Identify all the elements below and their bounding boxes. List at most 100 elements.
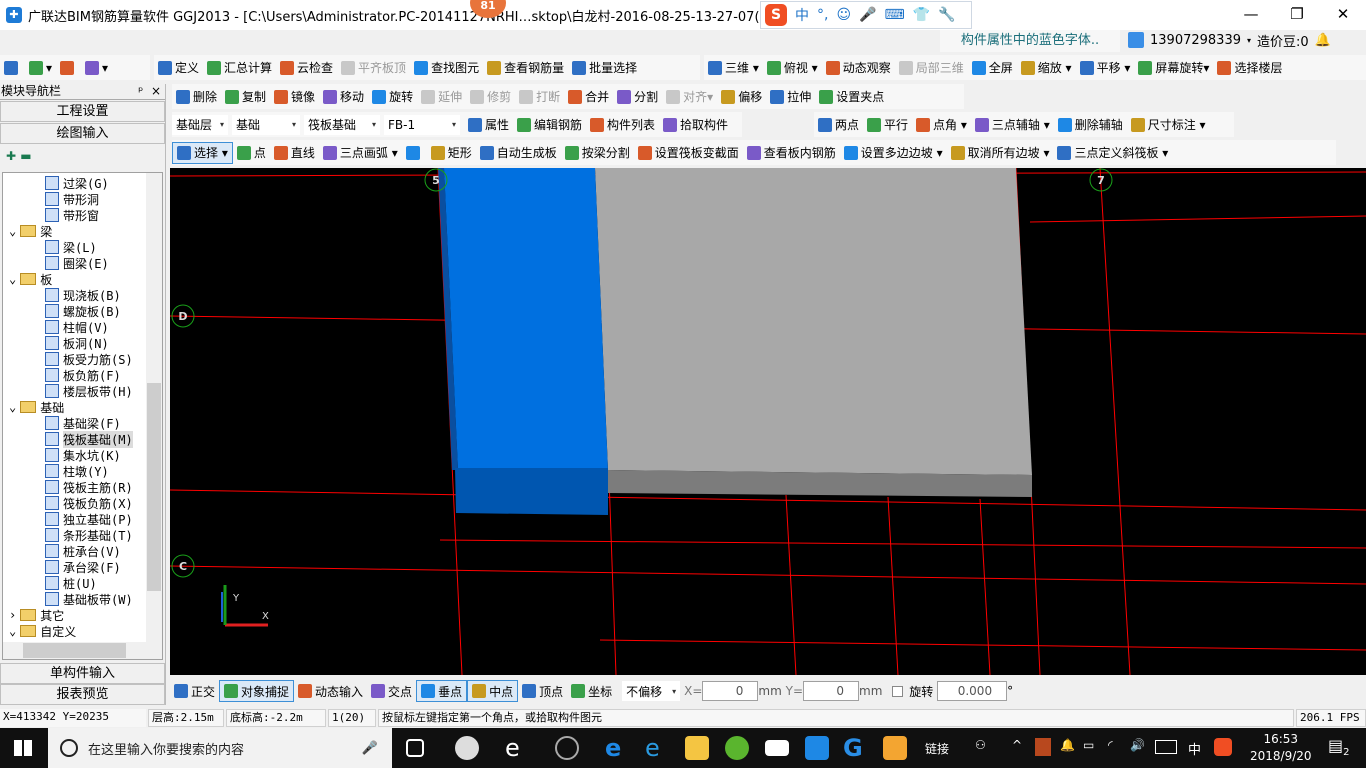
volume-icon[interactable]: 🔊 bbox=[1130, 738, 1145, 752]
align-slab-top-button[interactable]: 平齐板顶 bbox=[337, 57, 410, 79]
offset-select[interactable]: 不偏移 ▾ bbox=[622, 681, 681, 701]
type-select[interactable]: 筏板基础 ▾ bbox=[304, 114, 380, 135]
tree-item[interactable]: 筏板主筋(R) bbox=[45, 479, 133, 495]
glodon-g-icon[interactable]: G bbox=[843, 736, 867, 760]
dynamic-input-button[interactable]: 动态输入 bbox=[294, 680, 367, 702]
touch-keyboard-icon[interactable] bbox=[1155, 740, 1177, 754]
fan-app-icon[interactable] bbox=[455, 736, 479, 760]
sogou-tray-icon[interactable] bbox=[1214, 738, 1232, 756]
save-button[interactable] bbox=[56, 57, 81, 79]
split-by-beam-button[interactable]: 按梁分割 bbox=[561, 142, 634, 164]
tree-item[interactable]: 带形洞 bbox=[45, 191, 99, 207]
ie-icon[interactable]: e bbox=[505, 736, 529, 760]
three-point-sloped-raft-button[interactable]: 三点定义斜筏板 ▾ bbox=[1053, 142, 1172, 164]
nav-close-icon[interactable]: × bbox=[151, 84, 161, 98]
tree-item[interactable]: 柱墩(Y) bbox=[45, 463, 109, 479]
tree-item[interactable]: 条形基础(T) bbox=[45, 527, 133, 543]
offset-button[interactable]: 偏移 bbox=[717, 86, 766, 108]
tree-item[interactable]: 筏板基础(M) bbox=[45, 430, 133, 448]
tree-folder[interactable]: ⌄ 梁 bbox=[9, 223, 52, 239]
notes-app-icon[interactable] bbox=[883, 736, 907, 760]
pan-button[interactable]: 平移 ▾ bbox=[1076, 57, 1135, 79]
tree-folder[interactable]: ⌄ 基础 bbox=[9, 399, 64, 415]
tree-item[interactable]: 桩承台(V) bbox=[45, 543, 121, 559]
dimension-button[interactable]: 尺寸标注 ▾ bbox=[1127, 114, 1210, 136]
set-grip-button[interactable]: 设置夹点 bbox=[815, 86, 888, 108]
rectangle-button[interactable]: 矩形 bbox=[427, 142, 476, 164]
notification-bell-icon[interactable]: 🔔 bbox=[1060, 738, 1075, 752]
floor-select[interactable]: 基础层 ▾ bbox=[172, 114, 228, 135]
set-multi-edge-slope-button[interactable]: 设置多边边坡 ▾ bbox=[840, 142, 947, 164]
tree-item[interactable]: 现浇板(B) bbox=[45, 287, 121, 303]
extend-button[interactable]: 延伸 bbox=[417, 86, 466, 108]
rotate-button[interactable]: 旋转 bbox=[368, 86, 417, 108]
links-toolbar[interactable]: 链接 bbox=[925, 740, 949, 757]
mail-icon[interactable] bbox=[765, 740, 789, 756]
glodon-app-icon[interactable] bbox=[805, 736, 829, 760]
single-component-input-button[interactable]: 单构件输入 bbox=[0, 663, 165, 684]
properties-button[interactable]: 属性 bbox=[464, 114, 513, 136]
x-input[interactable]: 0 bbox=[702, 681, 759, 701]
tree-item[interactable]: 带形窗 bbox=[45, 207, 99, 223]
category-select[interactable]: 基础 ▾ bbox=[232, 114, 300, 135]
restore-button[interactable]: ❐ bbox=[1274, 0, 1320, 30]
minimize-button[interactable]: — bbox=[1228, 0, 1274, 30]
ime-toolbar[interactable]: S 中 °, ☺ 🎤 ⌨ 👕 🔧 bbox=[760, 1, 972, 29]
3d-button[interactable]: 三维 ▾ bbox=[704, 57, 763, 79]
tree-horizontal-scrollbar[interactable] bbox=[3, 642, 162, 659]
tree-item[interactable]: 柱帽(V) bbox=[45, 319, 109, 335]
360-browser-icon[interactable] bbox=[725, 736, 749, 760]
ie-blue-icon[interactable]: e bbox=[645, 736, 669, 760]
tree-folder[interactable]: ⌄ 自定义 bbox=[9, 623, 76, 639]
perpendicular-button[interactable]: 垂点 bbox=[416, 680, 468, 702]
select-button[interactable]: 选择 ▾ bbox=[172, 141, 233, 164]
tree-item[interactable]: 桩(U) bbox=[45, 575, 97, 591]
tree-folder[interactable]: › 其它 bbox=[9, 607, 64, 623]
new-file-button[interactable] bbox=[0, 57, 25, 79]
tree-item[interactable]: 板洞(N) bbox=[45, 335, 109, 351]
point-angle-button[interactable]: 点角 ▾ bbox=[912, 114, 971, 136]
mic-icon[interactable]: 🎤 bbox=[859, 7, 876, 23]
skin-icon[interactable]: 👕 bbox=[913, 7, 930, 23]
three-point-arc-button[interactable]: 三点画弧 ▾ bbox=[319, 142, 402, 164]
orthogonal-button[interactable]: 正交 bbox=[170, 680, 219, 702]
windows-start-icon[interactable] bbox=[14, 740, 32, 756]
tree-item[interactable]: 基础梁(F) bbox=[45, 415, 121, 431]
bell-icon[interactable]: 🔔 bbox=[1315, 33, 1331, 48]
keyboard-icon[interactable]: ⌨ bbox=[885, 7, 905, 23]
trim-button[interactable]: 修剪 bbox=[466, 86, 515, 108]
tree-item[interactable]: 过梁(G) bbox=[45, 175, 109, 191]
drawing-input-button[interactable]: 绘图输入 bbox=[0, 123, 165, 144]
delete-button[interactable]: 删除 bbox=[172, 86, 221, 108]
tree-item[interactable]: 梁(L) bbox=[45, 239, 97, 255]
three-point-aux-axis-button[interactable]: 三点辅轴 ▾ bbox=[971, 114, 1054, 136]
tree-item[interactable]: 板受力筋(S) bbox=[45, 351, 133, 367]
tree-item[interactable]: 板负筋(F) bbox=[45, 367, 121, 383]
view-rebar-amount-button[interactable]: 查看钢筋量 bbox=[483, 57, 568, 79]
summary-calc-button[interactable]: 汇总计算 bbox=[203, 57, 276, 79]
component-select[interactable]: FB-1 ▾ bbox=[384, 114, 460, 135]
define-button[interactable]: 定义 bbox=[154, 57, 203, 79]
merge-button[interactable]: 合并 bbox=[564, 86, 613, 108]
user-phone[interactable]: 13907298339 bbox=[1150, 33, 1241, 48]
select-floor-button[interactable]: 选择楼层 bbox=[1213, 57, 1286, 79]
rotate-checkbox[interactable] bbox=[892, 685, 904, 697]
chevron-down-icon[interactable]: ⌄ bbox=[9, 272, 16, 286]
cancel-all-slopes-button[interactable]: 取消所有边坡 ▾ bbox=[947, 142, 1054, 164]
midpoint-button[interactable]: 中点 bbox=[467, 680, 519, 702]
edit-rebar-button[interactable]: 编辑钢筋 bbox=[513, 114, 586, 136]
two-point-button[interactable]: 两点 bbox=[814, 114, 863, 136]
tree-vertical-scrollbar[interactable] bbox=[146, 173, 162, 643]
user-area[interactable]: 13907298339 ▾ 造价豆:0 🔔 bbox=[1128, 28, 1331, 52]
copy-button[interactable]: 复制 bbox=[221, 86, 270, 108]
tree-item[interactable]: 承台梁(F) bbox=[45, 559, 121, 575]
chevron-up-icon[interactable]: ^ bbox=[1012, 738, 1022, 752]
close-button[interactable]: ✕ bbox=[1320, 0, 1366, 30]
notice-link[interactable]: 构件属性中的蓝色字体.. bbox=[940, 30, 1120, 52]
pick-component-button[interactable]: 拾取构件 bbox=[659, 114, 732, 136]
edge-icon[interactable]: e bbox=[605, 736, 629, 760]
cloud-check-button[interactable]: 云检查 bbox=[276, 57, 337, 79]
wifi-icon[interactable]: ◜ bbox=[1108, 738, 1113, 752]
stretch-button[interactable]: 拉伸 bbox=[766, 86, 815, 108]
delete-aux-axis-button[interactable]: 删除辅轴 bbox=[1054, 114, 1127, 136]
